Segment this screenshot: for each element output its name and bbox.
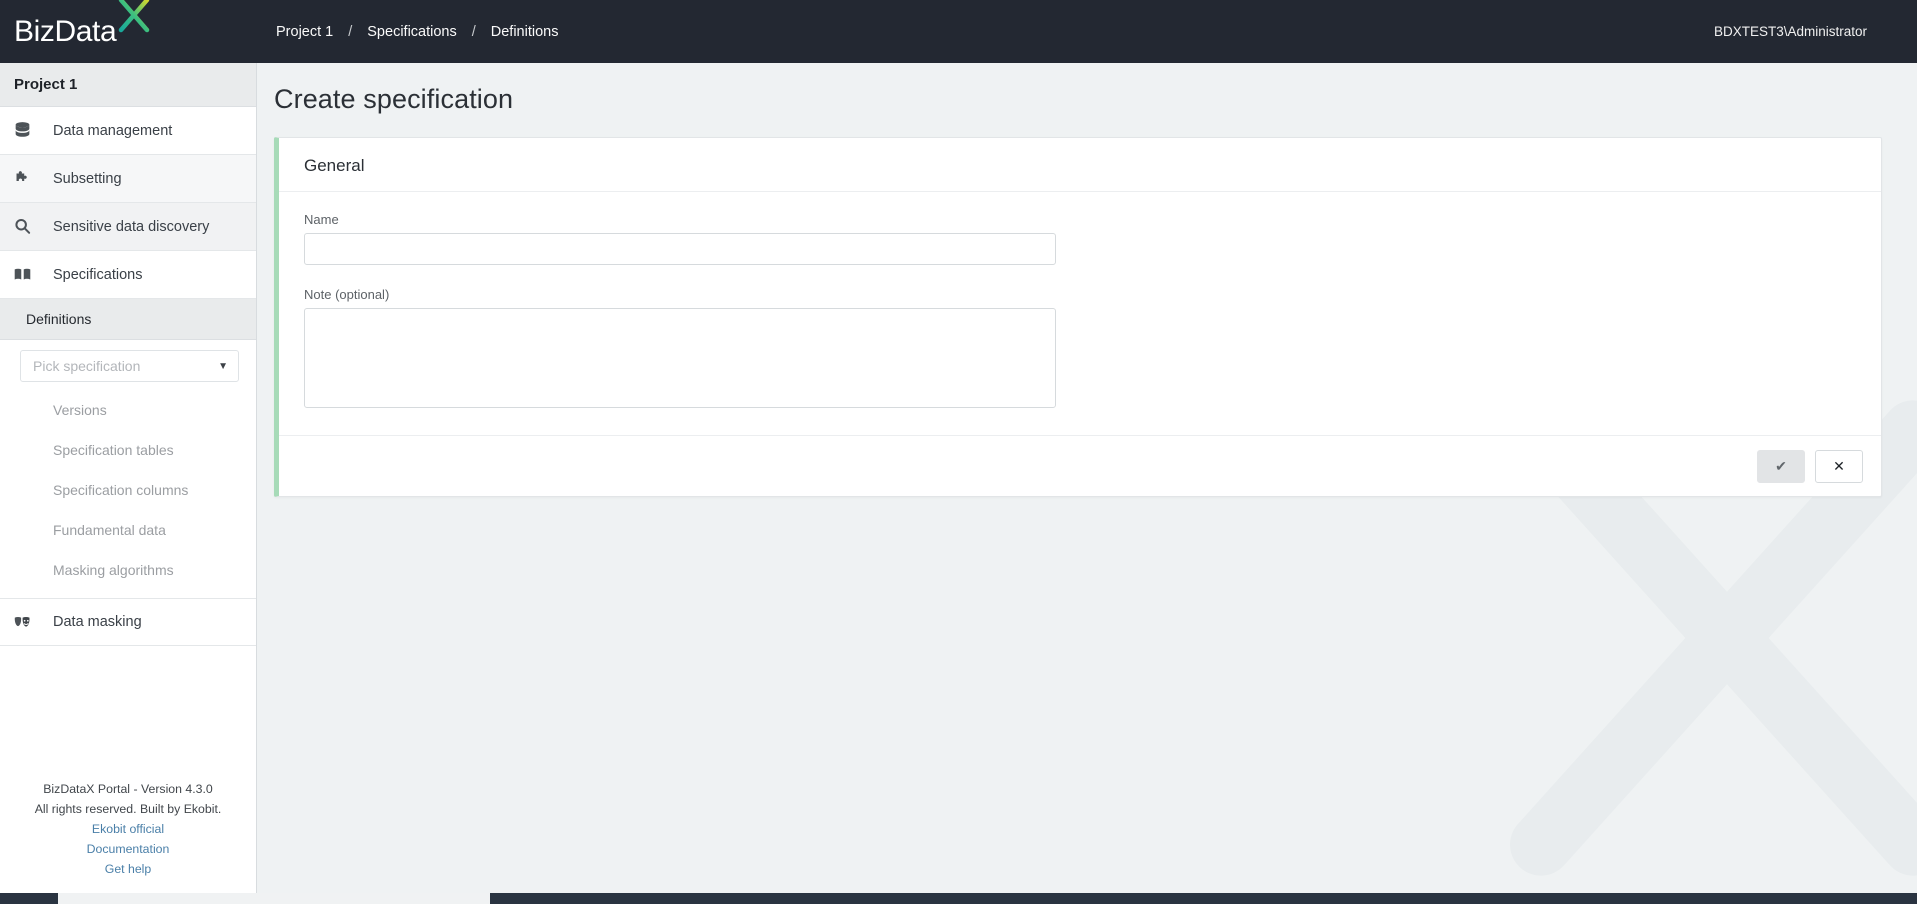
x-logo-icon (107, 0, 161, 47)
breadcrumb-separator: / (471, 23, 476, 40)
sidebar-item-data-masking[interactable]: Data masking (0, 598, 256, 646)
sidebar-item-specifications[interactable]: Specifications (0, 251, 256, 299)
sidebar-item-subsetting[interactable]: Subsetting (0, 155, 256, 203)
book-icon (13, 265, 43, 284)
magnifier-icon (13, 217, 43, 236)
sidebar-subitem-label: Versions (53, 402, 107, 418)
footer-link-get-help[interactable]: Get help (0, 859, 256, 879)
masks-icon (13, 613, 43, 632)
card-actions: ✔ ✕ (279, 435, 1881, 496)
database-icon (13, 121, 43, 140)
cancel-button[interactable]: ✕ (1815, 449, 1863, 483)
sidebar-subitem-label: Fundamental data (53, 522, 166, 538)
puzzle-piece-icon (13, 169, 43, 188)
breadcrumb-item-specifications[interactable]: Specifications (363, 24, 460, 40)
footer-rights: All rights reserved. Built by Ekobit. (34, 802, 222, 816)
chevron-down-icon: ▼ (218, 360, 228, 372)
footer-version: BizDataX Portal - Version 4.3.0 (43, 782, 213, 796)
sidebar-project-title: Project 1 (0, 63, 256, 107)
specification-picker-placeholder: Pick specification (33, 358, 141, 374)
card-body: Name Note (optional) (279, 192, 1881, 435)
app-logo[interactable]: BizData (0, 0, 257, 63)
name-field-label: Name (304, 212, 339, 227)
sidebar-item-label: Data masking (53, 614, 142, 630)
horizontal-scrollbar[interactable] (0, 893, 1917, 904)
sidebar-item-sensitive-data-discovery[interactable]: Sensitive data discovery (0, 203, 256, 251)
footer-link-ekobit-official[interactable]: Ekobit official (0, 819, 256, 839)
sidebar-subitem-specification-tables[interactable]: Specification tables (0, 430, 256, 470)
horizontal-scrollbar-thumb[interactable] (58, 893, 490, 904)
specification-picker[interactable]: Pick specification ▼ (20, 350, 239, 382)
page-title: Create specification (274, 84, 514, 114)
current-user-label[interactable]: BDXTEST3\Administrator (1714, 24, 1917, 39)
sidebar: Project 1 Data management Subsetting Sen… (0, 63, 257, 893)
sidebar-subitem-label: Specification tables (53, 442, 174, 458)
sidebar-item-label: Subsetting (53, 170, 122, 187)
note-field-label: Note (optional) (304, 287, 390, 302)
main-content: Create specification General Name Note (… (257, 63, 1917, 893)
close-icon: ✕ (1833, 457, 1845, 474)
breadcrumb-item-project[interactable]: Project 1 (272, 24, 337, 40)
sidebar-subitem-masking-algorithms[interactable]: Masking algorithms (0, 550, 256, 590)
sidebar-item-data-management[interactable]: Data management (0, 107, 256, 155)
card-section-title: General (279, 138, 1881, 192)
sidebar-item-label: Sensitive data discovery (53, 218, 210, 235)
sidebar-subitem-label: Masking algorithms (53, 562, 174, 578)
sidebar-subitem-versions[interactable]: Versions (0, 390, 256, 430)
breadcrumb-separator: / (348, 23, 353, 40)
sidebar-item-label: Specifications (53, 266, 143, 283)
sidebar-subitem-specification-columns[interactable]: Specification columns (0, 470, 256, 510)
name-input[interactable] (304, 233, 1056, 265)
confirm-button[interactable]: ✔ (1757, 449, 1805, 483)
create-specification-card: General Name Note (optional) ✔ ✕ (274, 137, 1882, 497)
app-logo-text: BizData (14, 14, 117, 48)
breadcrumb-item-definitions[interactable]: Definitions (487, 24, 563, 40)
sidebar-section-definitions[interactable]: Definitions (0, 299, 256, 340)
top-bar: BizData Project 1 / Specifications / Def… (0, 0, 1917, 63)
note-textarea[interactable] (304, 308, 1056, 408)
specification-picker-wrap: Pick specification ▼ (0, 340, 256, 390)
sidebar-subitem-label: Specification columns (53, 482, 189, 498)
breadcrumb: Project 1 / Specifications / Definitions (257, 24, 562, 40)
field-spacer (304, 265, 1856, 287)
sidebar-footer: BizDataX Portal - Version 4.3.0 All righ… (0, 779, 256, 893)
check-icon: ✔ (1775, 457, 1787, 474)
sidebar-item-label: Data management (53, 122, 173, 139)
footer-link-documentation[interactable]: Documentation (0, 839, 256, 859)
sidebar-subitem-fundamental-data[interactable]: Fundamental data (0, 510, 256, 550)
